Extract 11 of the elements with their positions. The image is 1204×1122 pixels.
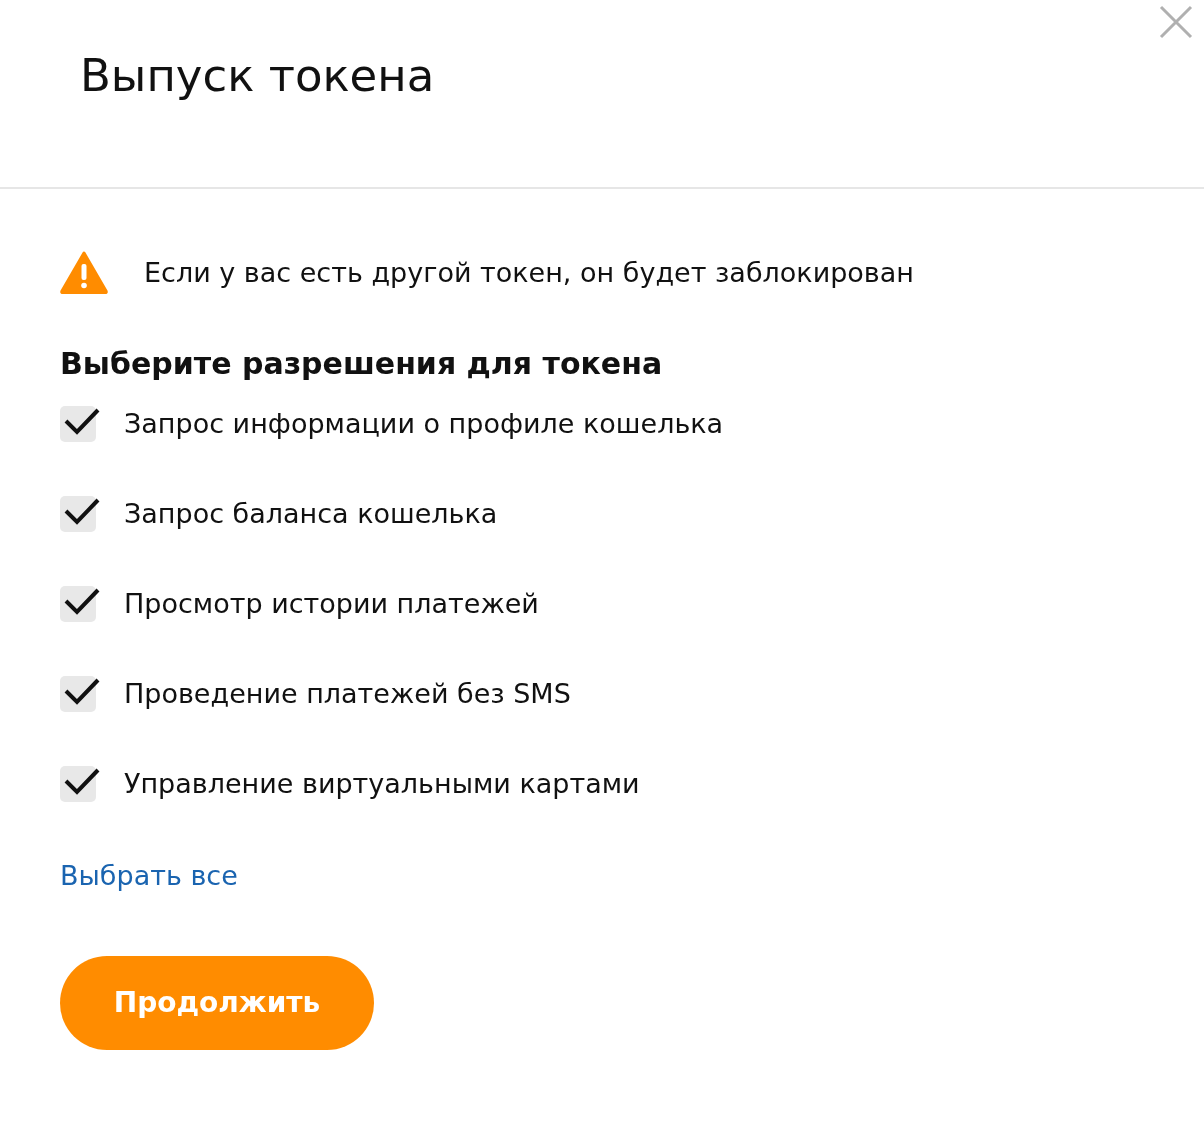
permission-label: Управление виртуальными картами (124, 767, 640, 801)
permission-label: Запрос баланса кошелька (124, 497, 498, 531)
dialog-title: Выпуск токена (80, 48, 435, 104)
permission-label: Проведение платежей без SMS (124, 677, 571, 711)
permissions-heading: Выберите разрешения для токена (60, 345, 663, 383)
warning-text: Если у вас есть другой токен, он будет заблокирован (144, 255, 914, 290)
warning-icon (60, 251, 108, 294)
permission-label: Запрос информации о профиле кошелька (124, 407, 724, 441)
close-icon (1159, 5, 1193, 39)
select-all-link[interactable]: Выбрать все (60, 856, 238, 896)
permission-label: Просмотр истории платежей (124, 587, 539, 621)
